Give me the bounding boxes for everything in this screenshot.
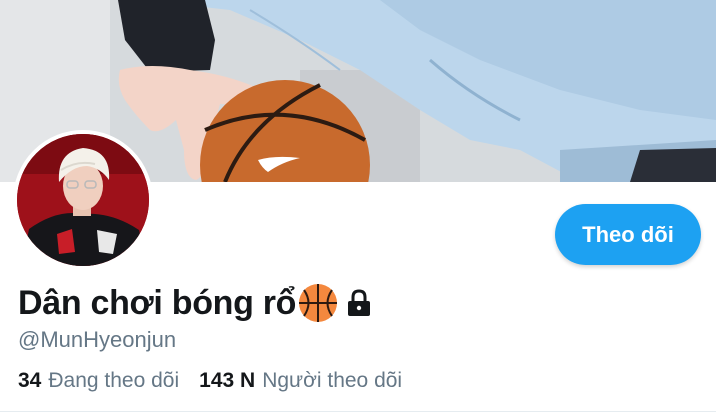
profile-stats: 34 Đang theo dõi 143 N Người theo dõi xyxy=(18,369,422,393)
profile-handle: @MunHyeonjun xyxy=(18,327,177,352)
followers-count: 143 N xyxy=(199,369,256,392)
divider xyxy=(0,411,716,412)
profile-avatar[interactable] xyxy=(13,130,153,270)
avatar-image xyxy=(17,134,149,266)
profile-name-row: Dân chơi bóng rổ xyxy=(18,282,373,324)
follow-button[interactable]: Theo dõi xyxy=(555,204,701,265)
basketball-icon xyxy=(297,282,339,324)
display-name: Dân chơi bóng rổ xyxy=(18,283,297,322)
following-stat[interactable]: 34 Đang theo dõi xyxy=(18,369,179,393)
following-count: 34 xyxy=(18,369,42,392)
following-label: Đang theo dõi xyxy=(48,369,180,392)
lock-icon xyxy=(345,288,373,318)
followers-stat[interactable]: 143 N Người theo dõi xyxy=(199,369,402,393)
followers-label: Người theo dõi xyxy=(262,369,403,392)
